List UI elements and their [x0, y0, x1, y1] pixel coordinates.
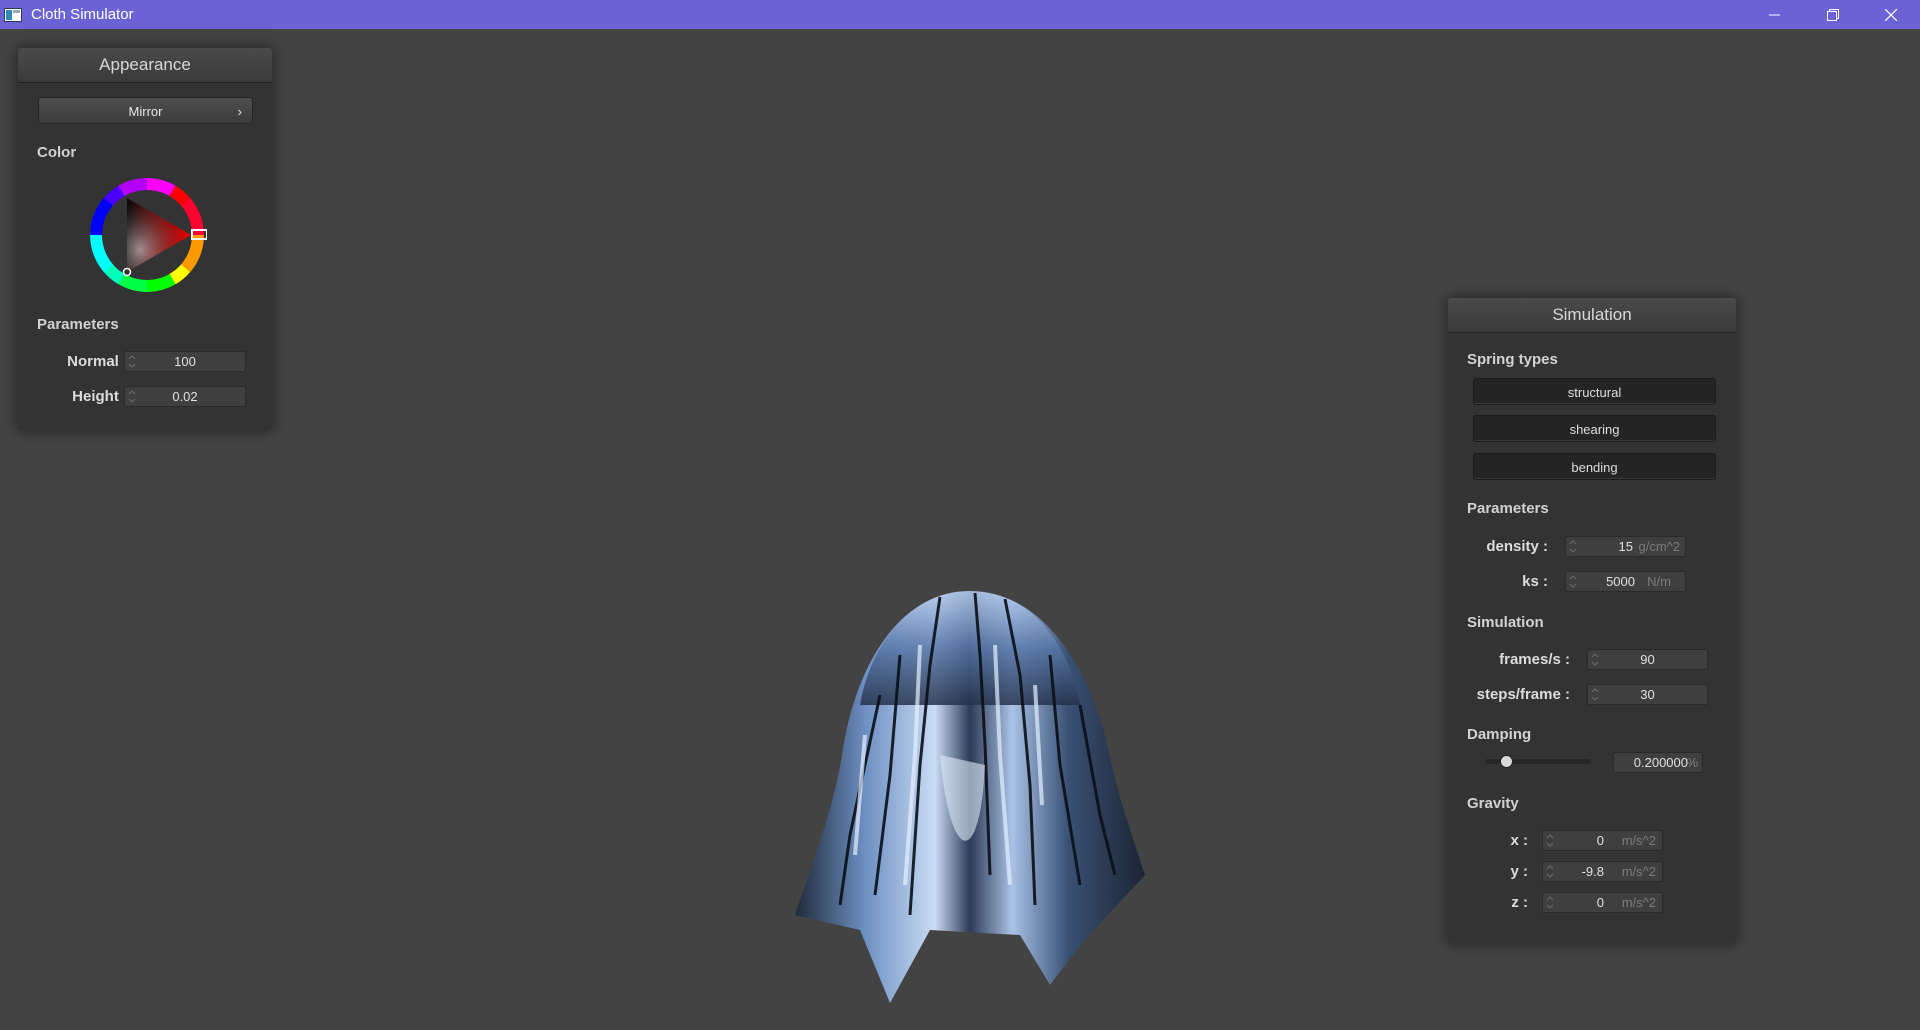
- gravity-y-value: -9.8: [1581, 864, 1604, 879]
- damping-unit: %: [1686, 755, 1698, 770]
- fps-label: frames/s :: [1499, 651, 1570, 668]
- material-dropdown[interactable]: Mirror ›: [38, 97, 253, 124]
- spring-types-label: Spring types: [1467, 351, 1558, 368]
- damping-field[interactable]: 0.200000 %: [1613, 752, 1703, 773]
- gravity-z-spinbox[interactable]: 0 m/s^2: [1542, 892, 1663, 913]
- normal-spinbox[interactable]: 100: [124, 351, 246, 372]
- damping-slider-handle[interactable]: [1500, 755, 1514, 768]
- steps-value: 30: [1640, 687, 1655, 702]
- spinner-arrows-icon[interactable]: [1569, 574, 1577, 589]
- appearance-parameters-label: Parameters: [37, 316, 119, 333]
- height-label: Height :: [72, 388, 128, 405]
- gravity-z-unit: m/s^2: [1621, 895, 1656, 910]
- minimize-button[interactable]: [1746, 0, 1804, 29]
- appearance-panel: Appearance Mirror › Color Parameters Nor…: [18, 48, 272, 430]
- ks-spinbox[interactable]: 5000 N/m: [1565, 571, 1686, 592]
- damping-slider[interactable]: [1485, 755, 1591, 768]
- color-wheel[interactable]: [87, 175, 207, 295]
- simulation-panel-title[interactable]: Simulation: [1448, 298, 1736, 333]
- appearance-panel-title[interactable]: Appearance: [18, 48, 272, 83]
- density-value: 15: [1618, 539, 1633, 554]
- normal-value: 100: [174, 354, 196, 369]
- steps-label: steps/frame :: [1476, 686, 1570, 703]
- ks-value: 5000: [1606, 574, 1635, 589]
- ks-label: ks :: [1522, 573, 1548, 590]
- density-spinbox[interactable]: 15 g/cm^2: [1565, 536, 1686, 557]
- window-title: Cloth Simulator: [31, 6, 134, 23]
- gravity-x-value: 0: [1596, 833, 1604, 848]
- normal-label: Normal :: [67, 353, 128, 370]
- chevron-right-icon: ›: [237, 104, 242, 119]
- spinner-arrows-icon[interactable]: [1546, 895, 1554, 910]
- gravity-y-unit: m/s^2: [1621, 864, 1656, 879]
- fps-value: 90: [1640, 652, 1655, 667]
- window-titlebar[interactable]: Cloth Simulator: [0, 0, 1920, 29]
- density-label: density :: [1486, 538, 1548, 555]
- ks-unit: N/m: [1647, 574, 1671, 589]
- sim-parameters-label: Parameters: [1467, 500, 1549, 517]
- app-icon: [4, 7, 22, 22]
- simulation-panel: Simulation Spring types structural shear…: [1448, 298, 1736, 943]
- close-button[interactable]: [1862, 0, 1920, 29]
- restore-icon: [1827, 8, 1839, 21]
- height-spinbox[interactable]: 0.02: [124, 386, 246, 407]
- fps-spinbox[interactable]: 90: [1587, 649, 1708, 670]
- color-label: Color: [37, 144, 77, 161]
- damping-label: Damping: [1467, 726, 1532, 743]
- gravity-label: Gravity: [1467, 795, 1519, 812]
- material-dropdown-value: Mirror: [128, 104, 163, 119]
- structural-button[interactable]: structural: [1473, 378, 1716, 405]
- gravity-x-unit: m/s^2: [1621, 833, 1656, 848]
- close-icon: [1885, 8, 1897, 21]
- height-value: 0.02: [172, 389, 198, 404]
- gravity-x-spinbox[interactable]: 0 m/s^2: [1542, 830, 1663, 851]
- damping-value: 0.200000: [1633, 755, 1688, 770]
- minimize-icon: [1769, 14, 1780, 15]
- gravity-x-label: x :: [1510, 832, 1528, 849]
- shearing-button[interactable]: shearing: [1473, 415, 1716, 442]
- simulation-section-label: Simulation: [1467, 614, 1544, 631]
- density-unit: g/cm^2: [1638, 539, 1680, 554]
- steps-spinbox[interactable]: 30: [1587, 684, 1708, 705]
- cloth-mesh[interactable]: [780, 585, 1160, 1010]
- spinner-arrows-icon[interactable]: [1546, 864, 1554, 879]
- gravity-z-value: 0: [1596, 895, 1604, 910]
- bending-button[interactable]: bending: [1473, 453, 1716, 480]
- spinner-arrows-icon[interactable]: [1569, 539, 1577, 554]
- gravity-z-label: z :: [1511, 894, 1528, 911]
- gravity-y-spinbox[interactable]: -9.8 m/s^2: [1542, 861, 1663, 882]
- restore-button[interactable]: [1804, 0, 1862, 29]
- gravity-y-label: y :: [1510, 863, 1528, 880]
- spinner-arrows-icon[interactable]: [1546, 833, 1554, 848]
